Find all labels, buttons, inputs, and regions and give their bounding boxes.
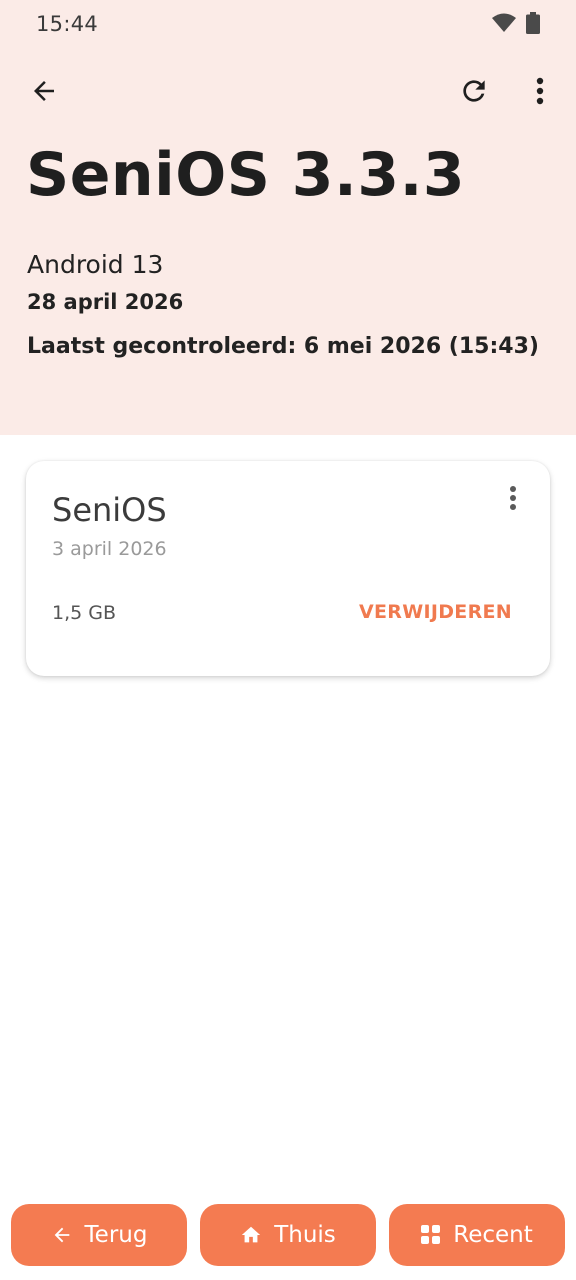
last-checked: Laatst gecontroleerd: 6 mei 2026 (15:43) [27,334,539,359]
nav-home-label: Thuis [274,1222,336,1248]
nav-recent-label: Recent [453,1222,533,1248]
refresh-icon [458,75,490,111]
arrow-left-icon [51,1224,73,1246]
page-title: SeniOS 3.3.3 [26,140,466,210]
more-vert-icon [536,77,544,109]
card-size: 1,5 GB [52,602,117,624]
home-icon [240,1224,262,1246]
status-bar: 15:44 [0,0,576,50]
nav-back-label: Terug [84,1222,148,1248]
release-date: 28 april 2026 [27,290,184,314]
os-version: Android 13 [27,250,164,279]
update-card: SeniOS 3 april 2026 1,5 GB VERWIJDEREN [26,461,550,676]
nav-recent-button[interactable]: Recent [389,1204,565,1266]
header: 15:44 SeniOS 3.3.3 Android 13 28 april 2… [0,0,576,435]
arrow-left-icon [29,76,59,110]
back-button[interactable] [20,69,68,117]
card-more-button[interactable] [498,483,528,517]
screen: 15:44 SeniOS 3.3.3 Android 13 28 april 2… [0,0,576,1280]
card-title: SeniOS [52,491,167,529]
wifi-icon [492,13,516,37]
more-options-button[interactable] [516,69,564,117]
card-date: 3 april 2026 [52,538,167,560]
status-time: 15:44 [36,12,99,36]
battery-icon [526,12,540,38]
status-icons [492,12,540,38]
grid-icon [421,1225,441,1245]
nav-back-button[interactable]: Terug [11,1204,187,1266]
nav-home-button[interactable]: Thuis [200,1204,376,1266]
delete-button[interactable]: VERWIJDEREN [359,601,512,623]
refresh-button[interactable] [450,69,498,117]
more-vert-icon [509,485,517,515]
bottom-nav: Terug Thuis Recent [0,1204,576,1266]
toolbar [0,65,576,121]
